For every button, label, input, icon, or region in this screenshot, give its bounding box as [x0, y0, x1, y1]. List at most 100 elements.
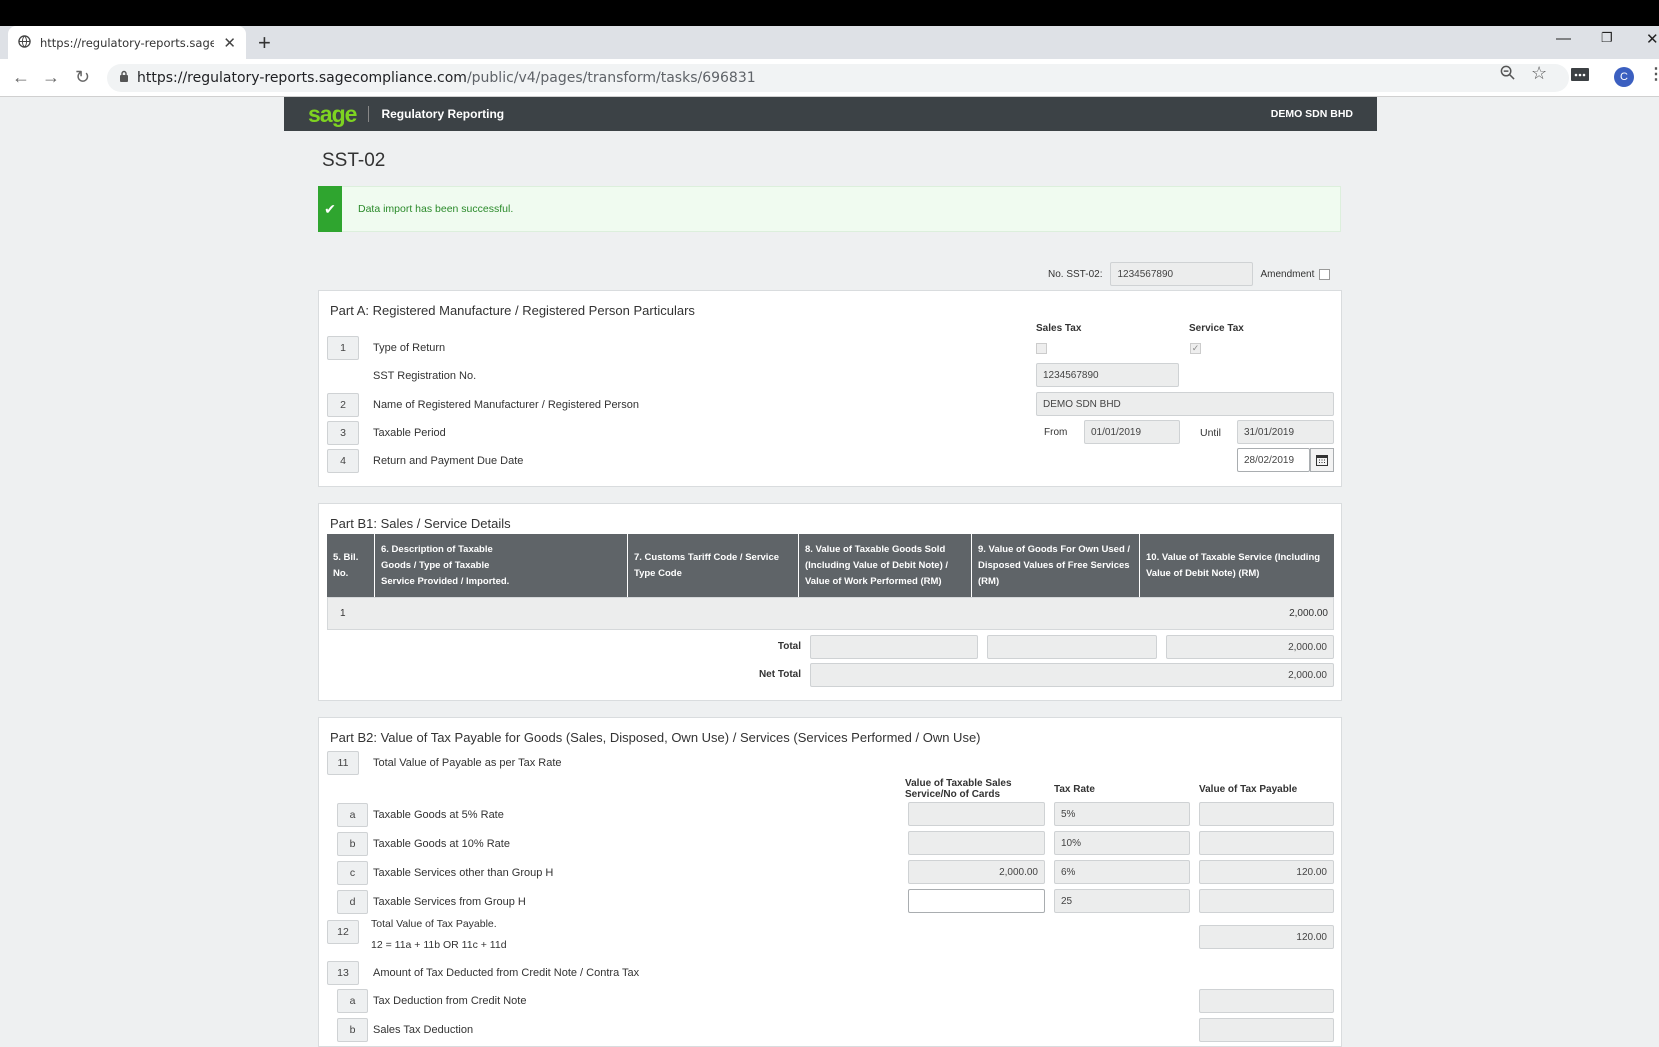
zoom-icon[interactable] [1500, 65, 1515, 85]
taxable-value-field[interactable] [908, 831, 1045, 855]
bookmark-star-icon[interactable]: ☆ [1531, 63, 1547, 84]
browser-tab[interactable]: https://regulatory-reports.sageco ✕ [8, 26, 246, 59]
new-tab-button[interactable]: + [258, 30, 271, 56]
header-divider [368, 106, 370, 122]
part-a-panel: Part A: Registered Manufacture / Registe… [318, 290, 1342, 487]
url-path: /public/v4/pages/transform/tasks/696831 [466, 70, 756, 86]
registered-name-label: Name of Registered Manufacturer / Regist… [373, 399, 639, 411]
taxable-period-label: Taxable Period [373, 427, 446, 439]
taxable-value-field[interactable]: 2,000.00 [908, 860, 1045, 884]
type-of-return-label: Type of Return [373, 342, 446, 354]
extension-icon[interactable] [1571, 66, 1589, 87]
app-title: Regulatory Reporting [381, 107, 505, 121]
url-field[interactable]: https://regulatory-reports.sagecomplianc… [107, 64, 1569, 92]
service-tax-checkbox[interactable]: ✓ [1190, 343, 1201, 354]
col-value-header: Value of Taxable Sales Service/No of Car… [905, 778, 1012, 800]
item12-label: Total Value of Tax Payable. [371, 918, 497, 930]
address-bar: ← → ↻ https://regulatory-reports.sagecom… [0, 59, 1659, 97]
globe-icon [18, 34, 31, 51]
sst-registration-field[interactable]: 1234567890 [1036, 363, 1179, 387]
success-alert: ✔ Data import has been successful. [318, 186, 1341, 232]
period-until-field[interactable]: 31/01/2019 [1237, 420, 1334, 444]
sub-letter: a [337, 989, 368, 1013]
tax-payable-field[interactable] [1199, 831, 1334, 855]
net-total-label: Net Total [758, 669, 801, 680]
table-row[interactable]: 1 2,000.00 [327, 597, 1334, 630]
total-own-use-field[interactable] [987, 635, 1157, 659]
calendar-icon[interactable] [1310, 448, 1334, 472]
sst-no-field[interactable]: 1234567890 [1110, 262, 1254, 286]
sub-letter: c [337, 861, 368, 885]
restore-icon[interactable]: ❐ [1601, 30, 1613, 46]
row-service-value: 2,000.00 [1289, 608, 1328, 619]
col-description-text: 6. Description of Taxable Goods / Type o… [381, 543, 510, 587]
taxable-value-field[interactable] [908, 889, 1045, 913]
taxable-value-field[interactable] [908, 802, 1045, 826]
net-total-field[interactable]: 2,000.00 [810, 663, 1334, 687]
item-number: 3 [327, 421, 359, 445]
close-tab-icon[interactable]: ✕ [223, 34, 236, 52]
app-header: sage Regulatory Reporting DEMO SDN BHD [284, 97, 1377, 131]
total-goods-field[interactable] [810, 635, 978, 659]
part-b1-title: Part B1: Sales / Service Details [330, 516, 511, 531]
col-taxable-service: 10. Value of Taxable Service (Including … [1146, 551, 1321, 579]
due-date-field[interactable]: 28/02/2019 [1237, 448, 1310, 472]
row-label: Taxable Services from Group H [373, 896, 526, 908]
tax-payable-field[interactable]: 120.00 [1199, 860, 1334, 884]
item13-label: Amount of Tax Deducted from Credit Note … [373, 967, 640, 979]
menu-icon[interactable]: ⋮ [1648, 64, 1659, 84]
check-icon: ✔ [318, 186, 342, 232]
credit-note-deduction-field[interactable] [1199, 989, 1334, 1013]
profile-avatar[interactable]: C [1614, 67, 1634, 87]
service-tax-label: Service Tax [1189, 323, 1244, 334]
forward-icon[interactable]: → [42, 67, 60, 88]
sub-letter: b [337, 1018, 368, 1042]
sst-no-label: No. SST-02: [1048, 268, 1103, 280]
company-name[interactable]: DEMO SDN BHD [1271, 108, 1353, 120]
item-number: 12 [327, 920, 359, 944]
row-label: Sales Tax Deduction [373, 1024, 474, 1036]
row-label: Taxable Goods at 10% Rate [373, 838, 510, 850]
page-title: SST-02 [322, 150, 386, 171]
part-a-title: Part A: Registered Manufacture / Registe… [330, 303, 695, 318]
period-from-field[interactable]: 01/01/2019 [1084, 420, 1180, 444]
col-own-use: 9. Value of Goods For Own Used / Dispose… [972, 534, 1140, 597]
sage-logo[interactable]: sage [308, 101, 357, 128]
tab-strip: https://regulatory-reports.sageco ✕ + [0, 26, 1659, 59]
tax-rate-field[interactable]: 25 [1054, 889, 1190, 913]
back-icon[interactable]: ← [12, 67, 30, 88]
col-payable-header: Value of Tax Payable [1199, 784, 1298, 795]
sst-registration-label: SST Registration No. [373, 370, 477, 382]
minimize-icon[interactable]: — [1556, 30, 1571, 47]
item-number: 1 [327, 336, 359, 360]
sub-letter: b [337, 832, 368, 856]
tax-payable-field[interactable] [1199, 802, 1334, 826]
tax-payable-field[interactable] [1199, 889, 1334, 913]
part-b1-panel: Part B1: Sales / Service Details 5. Bil.… [318, 503, 1342, 701]
total-tax-payable-field[interactable]: 120.00 [1199, 925, 1334, 949]
part-b2-panel: Part B2: Value of Tax Payable for Goods … [318, 717, 1342, 1047]
reload-icon[interactable]: ↻ [75, 67, 90, 88]
tax-rate-field[interactable]: 5% [1054, 802, 1190, 826]
sales-tax-checkbox[interactable] [1036, 343, 1047, 354]
row-label: Taxable Services other than Group H [373, 867, 554, 879]
amendment-checkbox[interactable] [1319, 268, 1331, 280]
row-label: Taxable Goods at 5% Rate [373, 809, 504, 821]
sst-number-row: No. SST-02: 1234567890 Amendment [1048, 262, 1331, 286]
col-rate-header: Tax Rate [1054, 784, 1095, 795]
col-description: 6. Description of Taxable Goods / Type o… [375, 534, 628, 597]
total-service-field[interactable]: 2,000.00 [1166, 635, 1334, 659]
item-number: 13 [327, 961, 359, 985]
item11-label: Total Value of Payable as per Tax Rate [373, 757, 562, 769]
sub-letter: a [337, 803, 368, 827]
sales-tax-deduction-field[interactable] [1199, 1018, 1334, 1042]
registered-name-field[interactable]: DEMO SDN BHD [1036, 392, 1334, 416]
item-number: 11 [327, 751, 359, 775]
b1-table-header: 5. Bil. No. 6. Description of Taxable Go… [327, 534, 1334, 597]
item-number: 2 [327, 393, 359, 417]
os-title-bar [0, 0, 1659, 26]
tax-rate-field[interactable]: 10% [1054, 831, 1190, 855]
close-window-icon[interactable]: ✕ [1646, 30, 1659, 48]
tax-rate-field[interactable]: 6% [1054, 860, 1190, 884]
url-host: https://regulatory-reports.sagecomplianc… [137, 70, 467, 86]
